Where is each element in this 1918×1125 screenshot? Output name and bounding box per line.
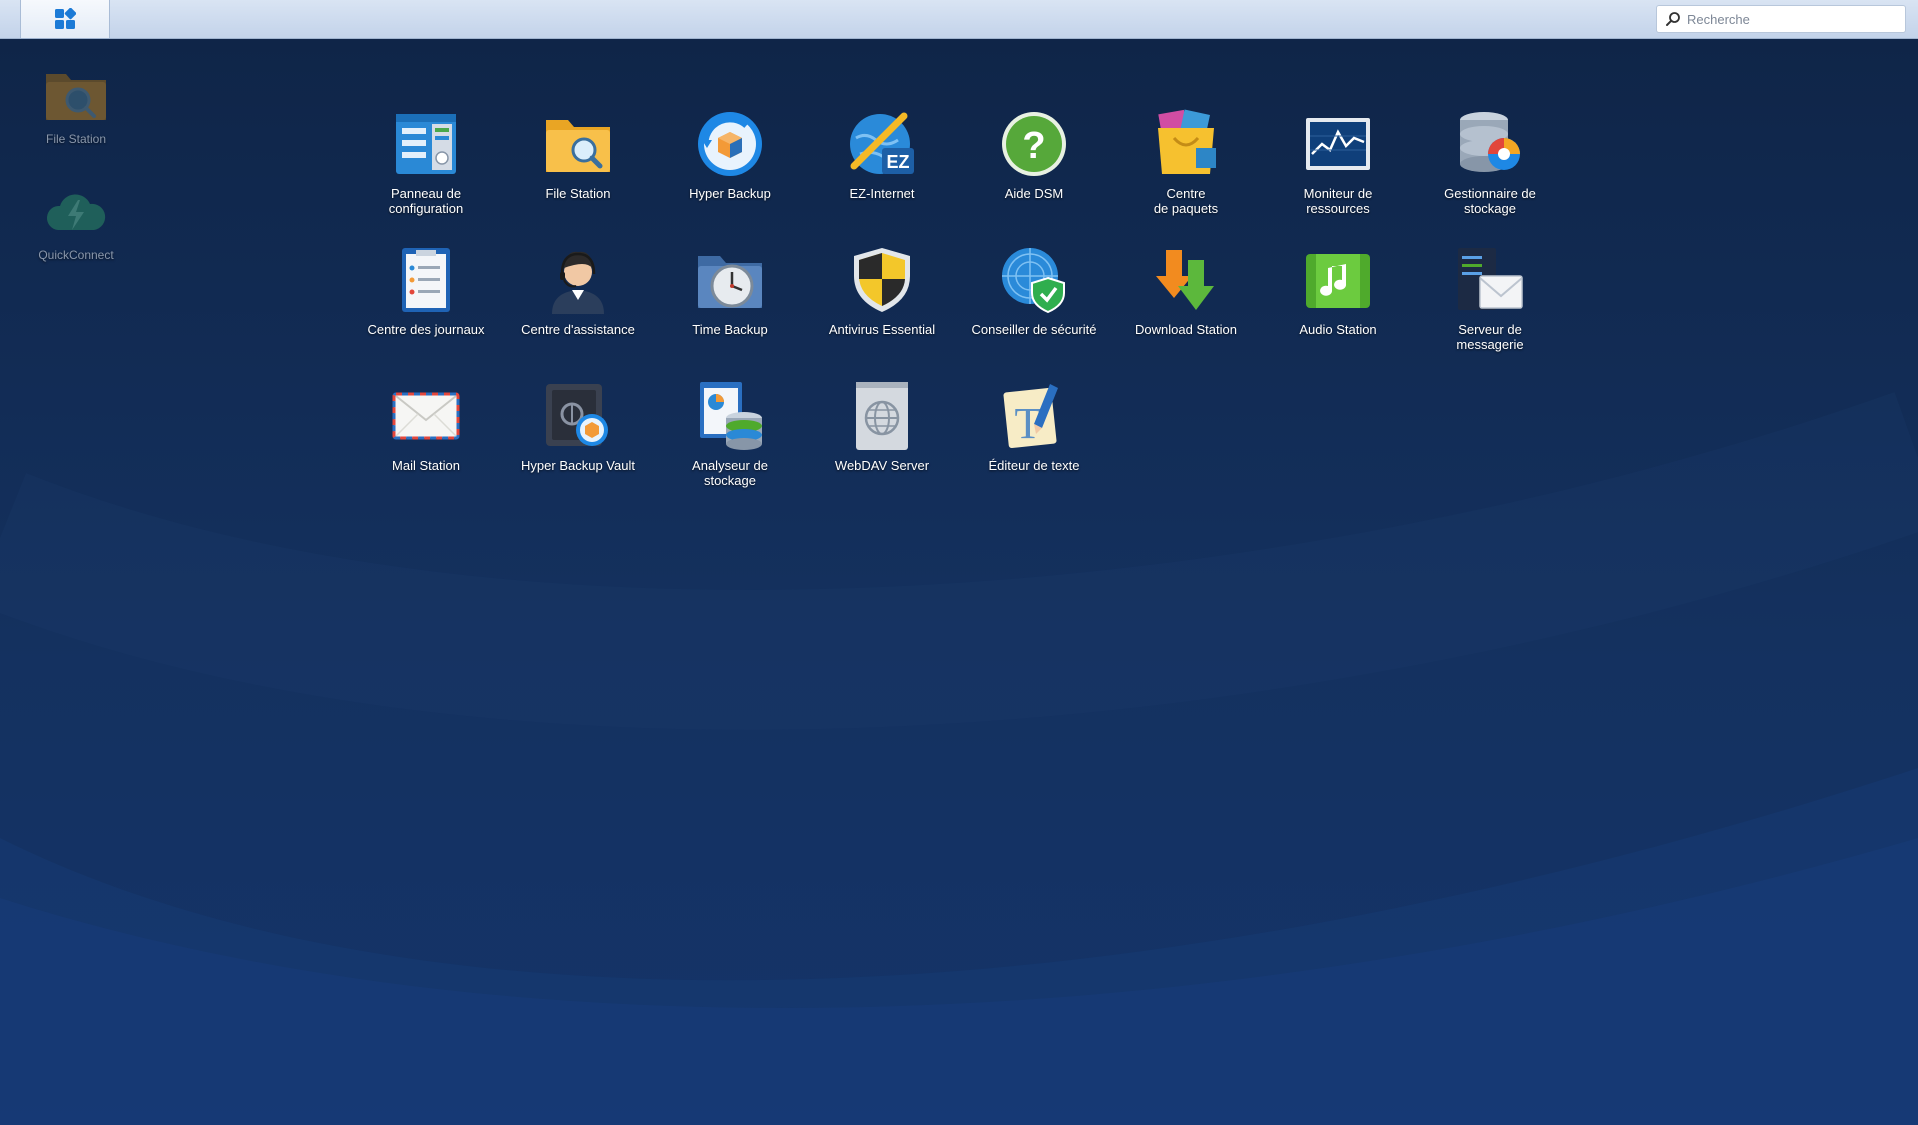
app-label: Centre d'assistance — [521, 322, 635, 337]
search-box — [1656, 5, 1906, 33]
app-label: Time Backup — [692, 322, 768, 337]
svg-text:EZ: EZ — [886, 152, 909, 172]
desktop-background — [0, 38, 1918, 1125]
app-file-station[interactable]: File Station — [502, 108, 654, 201]
app-control-panel[interactable]: Panneau de configuration — [350, 108, 502, 216]
search-icon — [1666, 12, 1680, 26]
app-label: Analyseur de stockage — [692, 458, 768, 488]
folder-search-icon — [546, 120, 610, 172]
webdav-server-icon — [856, 382, 908, 450]
download-station-icon — [1156, 250, 1214, 310]
app-label: Download Station — [1135, 322, 1237, 337]
support-center-icon — [552, 251, 604, 314]
grid-icon — [55, 8, 76, 29]
control-panel-icon — [396, 114, 456, 174]
shortcut-label: QuickConnect — [38, 248, 114, 262]
app-security-advisor[interactable]: Conseiller de sécurité — [958, 244, 1110, 337]
app-log-center[interactable]: Centre des journaux — [350, 244, 502, 337]
app-label: Gestionnaire de stockage — [1444, 186, 1536, 216]
app-ez-internet[interactable]: EZ EZ-Internet — [806, 108, 958, 201]
app-label: Centre des journaux — [367, 322, 485, 337]
app-antivirus-essential[interactable]: Antivirus Essential — [806, 244, 958, 337]
desktop-shortcut-quickconnect[interactable]: QuickConnect — [21, 182, 131, 262]
app-label: Moniteur de ressources — [1303, 186, 1373, 216]
app-package-center[interactable]: Centre de paquets — [1110, 108, 1262, 216]
main-menu-button[interactable] — [20, 0, 110, 38]
app-mail-server[interactable]: Serveur de messagerie — [1414, 244, 1566, 352]
app-label: Hyper Backup — [689, 186, 771, 201]
app-hyper-backup[interactable]: Hyper Backup — [654, 108, 806, 201]
app-label: Mail Station — [392, 458, 460, 473]
mail-server-icon — [1458, 248, 1523, 310]
search-input[interactable] — [1687, 11, 1887, 27]
app-label: Panneau de configuration — [388, 186, 464, 216]
security-advisor-icon — [1002, 248, 1065, 314]
storage-manager-icon — [1460, 112, 1520, 172]
app-label: Conseiller de sécurité — [971, 322, 1097, 337]
hyper-backup-icon — [698, 112, 762, 176]
app-support-center[interactable]: Centre d'assistance — [502, 244, 654, 337]
app-time-backup[interactable]: Time Backup — [654, 244, 806, 337]
folder-search-icon — [46, 74, 106, 120]
help-icon: ? — [1002, 112, 1066, 176]
taskbar — [0, 0, 1918, 39]
app-storage-manager[interactable]: Gestionnaire de stockage — [1414, 108, 1566, 216]
app-label: Antivirus Essential — [828, 322, 936, 337]
app-audio-station[interactable]: Audio Station — [1262, 244, 1414, 337]
resource-monitor-icon — [1306, 118, 1370, 170]
package-center-icon — [1158, 109, 1216, 174]
app-storage-analyzer[interactable]: Analyseur de stockage — [654, 380, 806, 488]
svg-text:?: ? — [1022, 125, 1045, 167]
app-text-editor[interactable]: T Éditeur de texte — [958, 380, 1110, 473]
app-dsm-help[interactable]: ? Aide DSM — [958, 108, 1110, 201]
app-label: Serveur de messagerie — [1456, 322, 1524, 352]
app-label: Éditeur de texte — [988, 458, 1080, 473]
app-hyper-backup-vault[interactable]: Hyper Backup Vault — [502, 380, 654, 473]
ez-internet-icon: EZ — [850, 112, 914, 174]
app-mail-station[interactable]: Mail Station — [350, 380, 502, 473]
quickconnect-icon — [46, 194, 106, 230]
desktop-shortcut-file-station[interactable]: File Station — [21, 66, 131, 146]
text-editor-icon: T — [1003, 384, 1058, 449]
hyper-backup-vault-icon — [546, 384, 608, 446]
app-label: File Station — [545, 186, 611, 201]
storage-analyzer-icon — [700, 382, 762, 450]
antivirus-icon — [854, 248, 910, 312]
app-resource-monitor[interactable]: Moniteur de ressources — [1262, 108, 1414, 216]
app-webdav-server[interactable]: WebDAV Server — [806, 380, 958, 473]
app-label: Aide DSM — [1004, 186, 1064, 201]
time-backup-icon — [698, 256, 762, 308]
shortcut-label: File Station — [45, 132, 107, 146]
app-label: EZ-Internet — [849, 186, 915, 201]
mail-station-icon — [392, 392, 460, 440]
audio-station-icon — [1306, 254, 1370, 308]
app-label: Hyper Backup Vault — [521, 458, 635, 473]
app-label: WebDAV Server — [834, 458, 930, 473]
app-label: Audio Station — [1299, 322, 1377, 337]
app-download-station[interactable]: Download Station — [1110, 244, 1262, 337]
app-label: Centre de paquets — [1153, 186, 1219, 216]
log-center-icon — [402, 248, 450, 312]
